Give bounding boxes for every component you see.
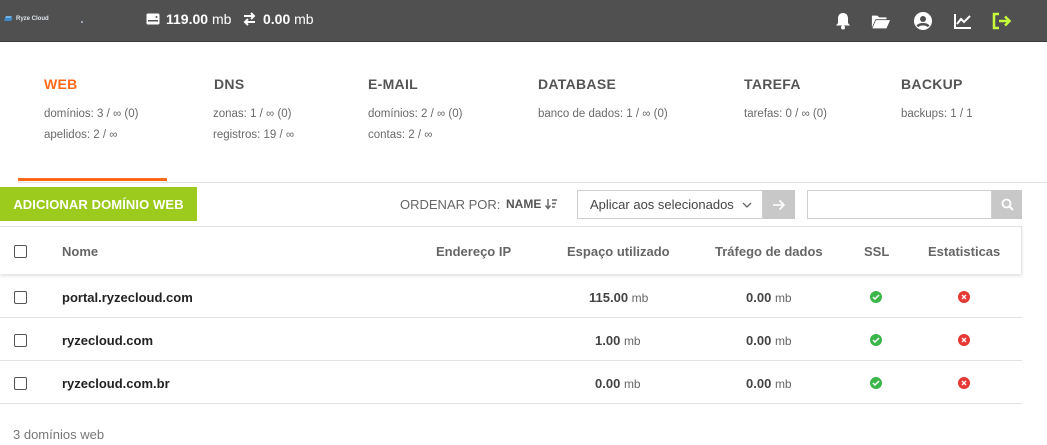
brand-name: Ryze Cloud <box>16 16 49 22</box>
space-used-value: 115.00 <box>589 290 629 305</box>
row-checkbox[interactable] <box>14 377 27 390</box>
bulk-action-value: Aplicar aos selecionados <box>590 197 734 212</box>
domain-name[interactable]: ryzecloud.com.br <box>62 376 170 391</box>
tab-web-title: WEB <box>44 76 78 92</box>
top-bar: Ryze Cloud 119.00 mb 0.00 mb <box>0 0 1047 42</box>
column-traffic[interactable]: Tráfego de dados <box>715 244 823 259</box>
tab-email-accounts: contas: 2 / ∞ <box>368 129 433 141</box>
add-web-domain-button[interactable]: ADICIONAR DOMÍNIO WEB <box>0 187 197 221</box>
traffic-used: 0.00 mb <box>746 290 792 305</box>
sort-by-control[interactable]: NAME <box>506 197 558 211</box>
tab-database-title: DATABASE <box>538 76 617 92</box>
tab-backup-title: BACKUP <box>901 76 963 92</box>
tab-dns-records: registros: 19 / ∞ <box>213 129 295 141</box>
select-all-checkbox[interactable] <box>14 245 27 258</box>
tab-email[interactable]: E-MAIL domínios: 2 / ∞ (0) contas: 2 / ∞ <box>348 42 518 182</box>
resource-summary-panel: WEB domínios: 3 / ∞ (0) apelidos: 2 / ∞ … <box>18 42 1047 183</box>
bulk-action-select[interactable]: Aplicar aos selecionados <box>577 190 763 219</box>
disk-usage: 119.00 mb <box>146 11 231 27</box>
tab-dns-zones: zonas: 1 / ∞ (0) <box>213 108 292 120</box>
ssl-enabled-icon <box>870 291 882 303</box>
column-ssl[interactable]: SSL <box>864 244 889 259</box>
traffic-used-value: 0.00 <box>746 290 772 305</box>
sort-value: NAME <box>506 197 542 211</box>
folder-open-icon[interactable] <box>871 11 891 31</box>
chevron-down-icon <box>742 202 752 208</box>
disk-usage-unit: mb <box>211 11 232 27</box>
search-input[interactable] <box>807 190 992 219</box>
traffic-usage: 0.00 mb <box>242 11 314 27</box>
active-tab-indicator <box>18 178 167 181</box>
column-space-used[interactable]: Espaço utilizado <box>567 244 670 259</box>
space-used-unit: mb <box>623 334 641 348</box>
ssl-enabled-icon <box>870 377 882 389</box>
apply-bulk-action-button[interactable] <box>763 190 795 219</box>
stats-disabled-icon <box>958 334 970 346</box>
sort-label: ORDENAR POR: <box>400 197 501 212</box>
logout-icon[interactable] <box>992 11 1012 31</box>
tab-tarefa[interactable]: TAREFA tarefas: 0 / ∞ (0) <box>728 42 888 182</box>
tab-email-domains: domínios: 2 / ∞ (0) <box>368 108 463 120</box>
ssl-enabled-icon <box>870 334 882 346</box>
tab-database-count: banco de dados: 1 / ∞ (0) <box>538 108 668 120</box>
traffic-value: 0.00 <box>263 11 291 27</box>
tab-email-title: E-MAIL <box>368 76 419 92</box>
tab-web[interactable]: WEB domínios: 3 / ∞ (0) apelidos: 2 / ∞ <box>18 42 168 182</box>
space-used-unit: mb <box>631 291 649 305</box>
exchange-arrows-icon <box>243 12 256 26</box>
cloud-logo-icon <box>4 16 13 21</box>
table-row[interactable]: portal.ryzecloud.com 115.00 mb 0.00 mb <box>0 275 1022 318</box>
table-row[interactable]: ryzecloud.com 1.00 mb 0.00 mb <box>0 318 1022 361</box>
traffic-used: 0.00 mb <box>746 376 792 391</box>
search-button[interactable] <box>992 190 1022 219</box>
column-statistics[interactable]: Estatisticas <box>928 244 1000 259</box>
table-header: Nome Endereço IP Espaço utilizado Tráfeg… <box>0 226 1022 274</box>
tab-tarefa-title: TAREFA <box>744 76 801 92</box>
stats-disabled-icon <box>958 291 970 303</box>
separator-dot <box>81 21 83 23</box>
tab-backup-count: backups: 1 / 1 <box>901 108 973 120</box>
traffic-used-unit: mb <box>774 334 792 348</box>
tab-tarefa-count: tarefas: 0 / ∞ (0) <box>744 108 827 120</box>
hard-drive-icon <box>146 13 160 25</box>
disk-usage-value: 119.00 <box>166 11 209 27</box>
line-chart-icon[interactable] <box>953 11 973 31</box>
traffic-used-unit: mb <box>774 291 792 305</box>
search-icon <box>1001 198 1014 211</box>
space-used-unit: mb <box>623 377 641 391</box>
bell-icon[interactable] <box>833 11 853 31</box>
space-used-value: 0.00 <box>595 376 621 391</box>
tab-dns-title: DNS <box>214 76 245 92</box>
user-circle-icon[interactable] <box>913 11 933 31</box>
space-used: 115.00 mb <box>589 290 648 305</box>
domain-count: 3 domínios web <box>13 427 105 442</box>
arrow-right-icon <box>773 199 786 210</box>
traffic-used-value: 0.00 <box>746 376 772 391</box>
row-checkbox[interactable] <box>14 334 27 347</box>
table-row[interactable]: ryzecloud.com.br 0.00 mb 0.00 mb <box>0 361 1022 404</box>
tab-dns[interactable]: DNS zonas: 1 / ∞ (0) registros: 19 / ∞ <box>188 42 338 182</box>
space-used: 0.00 mb <box>595 376 641 391</box>
traffic-unit: mb <box>294 11 314 27</box>
brand[interactable]: Ryze Cloud <box>4 15 49 23</box>
traffic-used-value: 0.00 <box>746 333 772 348</box>
domain-name[interactable]: portal.ryzecloud.com <box>62 290 193 305</box>
column-name[interactable]: Nome <box>62 244 98 259</box>
row-checkbox[interactable] <box>14 291 27 304</box>
domain-name[interactable]: ryzecloud.com <box>62 333 153 348</box>
space-used-value: 1.00 <box>595 333 621 348</box>
traffic-used: 0.00 mb <box>746 333 792 348</box>
tab-web-domains: domínios: 3 / ∞ (0) <box>44 108 139 120</box>
stats-disabled-icon <box>958 377 970 389</box>
traffic-used-unit: mb <box>774 377 792 391</box>
tab-database[interactable]: DATABASE banco de dados: 1 / ∞ (0) <box>518 42 718 182</box>
column-ip[interactable]: Endereço IP <box>436 244 511 259</box>
tab-web-aliases: apelidos: 2 / ∞ <box>44 129 118 141</box>
tab-backup[interactable]: BACKUP backups: 1 / 1 <box>888 42 1038 182</box>
sort-descending-icon <box>545 199 558 210</box>
space-used: 1.00 mb <box>595 333 641 348</box>
